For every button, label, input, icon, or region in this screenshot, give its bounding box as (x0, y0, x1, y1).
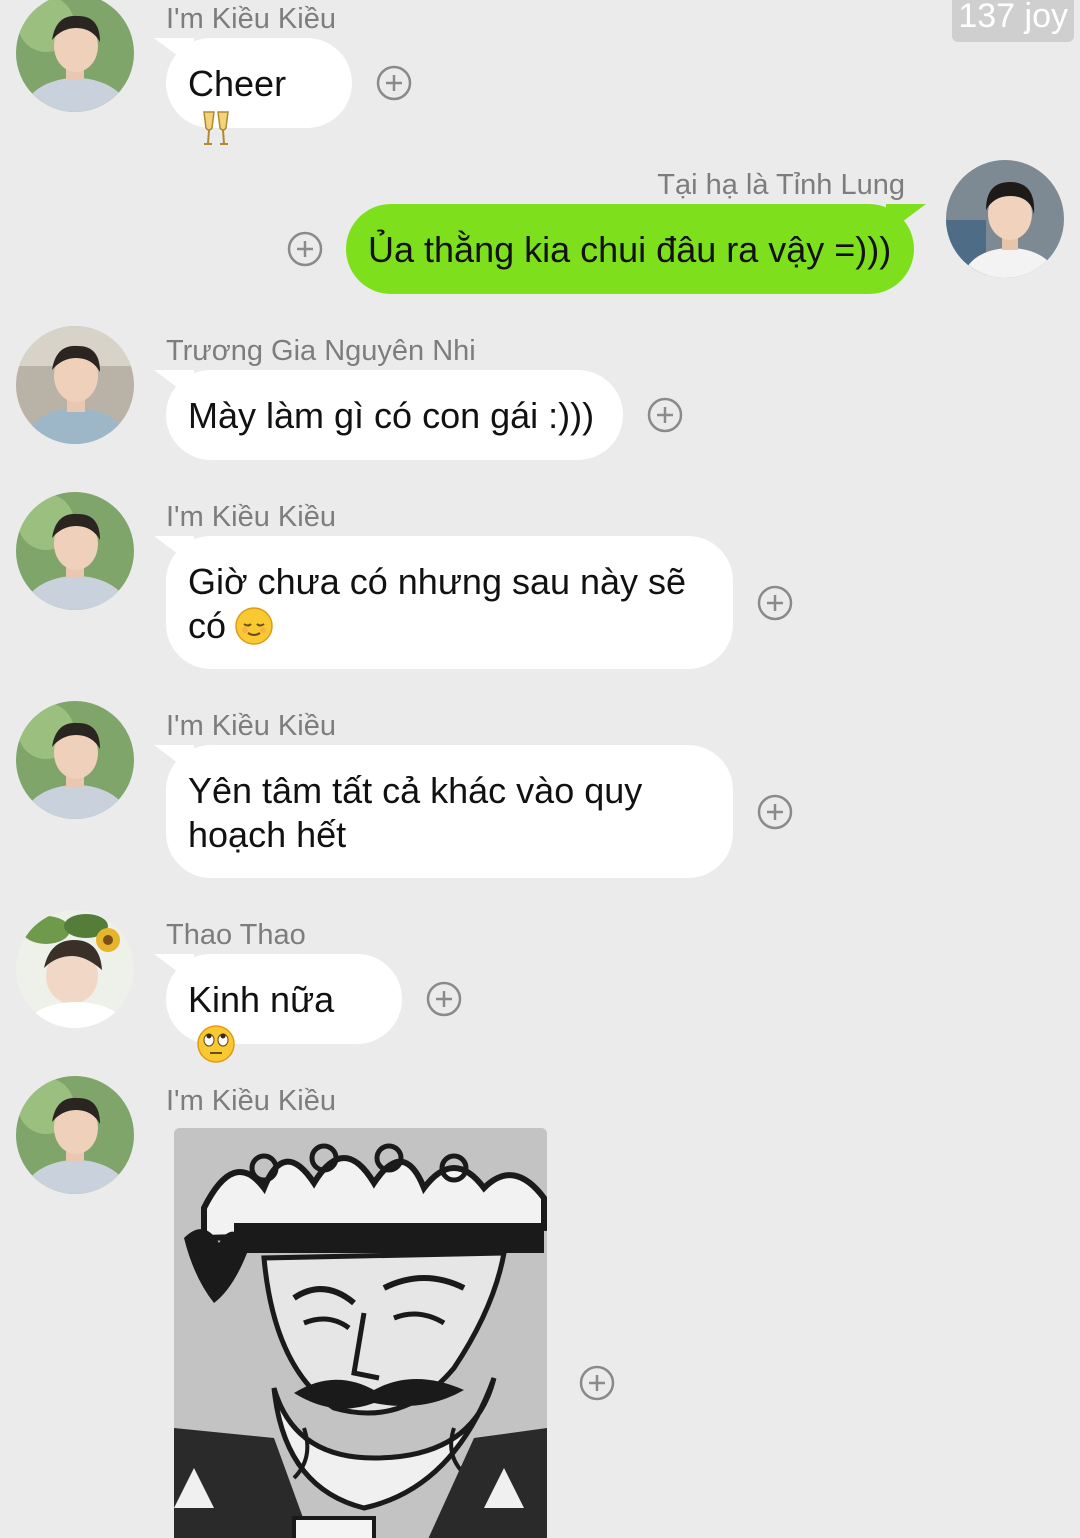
message-bubble[interactable]: Yên tâm tất cả khác vào quy hoạch hết (166, 745, 733, 878)
add-reaction-icon[interactable] (426, 981, 462, 1017)
message-text: Cheer (188, 63, 287, 104)
watermark: 137 joy (952, 0, 1074, 42)
relieved-face-emoji (234, 606, 274, 646)
sender-name: I'm Kiều Kiều (166, 501, 336, 533)
sender-name: Thao Thao (166, 919, 306, 951)
sender-name: Trương Gia Nguyên Nhi (166, 335, 476, 367)
message-text-line: hoạch hết (188, 814, 347, 855)
add-reaction-icon[interactable] (287, 231, 323, 267)
message-bubble[interactable]: Ủa thằng kia chui đâu ra vậy =))) (346, 204, 914, 294)
add-reaction-icon[interactable] (579, 1365, 615, 1401)
chat-thread: 137 joy I'm Kiều Kiều Cheer Tại hạ là Tỉ… (0, 0, 1080, 1538)
message-text: Kinh nữa (188, 979, 335, 1020)
avatar[interactable] (16, 326, 134, 444)
sender-name: Tại hạ là Tỉnh Lung (657, 169, 905, 201)
message-text: Ủa thằng kia chui đâu ra vậy =))) (368, 229, 892, 270)
message-bubble[interactable]: Giờ chưa có nhưng sau này sẽ có (166, 536, 733, 669)
add-reaction-icon[interactable] (647, 397, 683, 433)
avatar[interactable] (16, 1076, 134, 1194)
avatar[interactable] (16, 492, 134, 610)
message-bubble[interactable]: Mày làm gì có con gái :))) (166, 370, 623, 460)
avatar[interactable] (16, 910, 134, 1028)
sender-name: I'm Kiều Kiều (166, 3, 336, 35)
message-bubble[interactable]: Kinh nữa (166, 954, 402, 1063)
avatar[interactable] (946, 160, 1064, 278)
eye-roll-emoji (196, 1024, 236, 1064)
clinking-glasses-emoji (196, 108, 236, 148)
sender-name: I'm Kiều Kiều (166, 710, 336, 742)
message-text-line: Giờ chưa có nhưng sau này sẽ (188, 561, 687, 602)
message-text: Mày làm gì có con gái :))) (188, 395, 595, 436)
king-of-hearts-card-meme[interactable] (174, 1128, 547, 1538)
sender-name: I'm Kiều Kiều (166, 1085, 336, 1117)
message-text-line: có (188, 605, 227, 646)
message-bubble[interactable]: Cheer (166, 38, 352, 145)
add-reaction-icon[interactable] (376, 65, 412, 101)
add-reaction-icon[interactable] (757, 794, 793, 830)
avatar[interactable] (16, 0, 134, 112)
avatar[interactable] (16, 701, 134, 819)
add-reaction-icon[interactable] (757, 585, 793, 621)
message-text-line: Yên tâm tất cả khác vào quy (188, 770, 643, 811)
